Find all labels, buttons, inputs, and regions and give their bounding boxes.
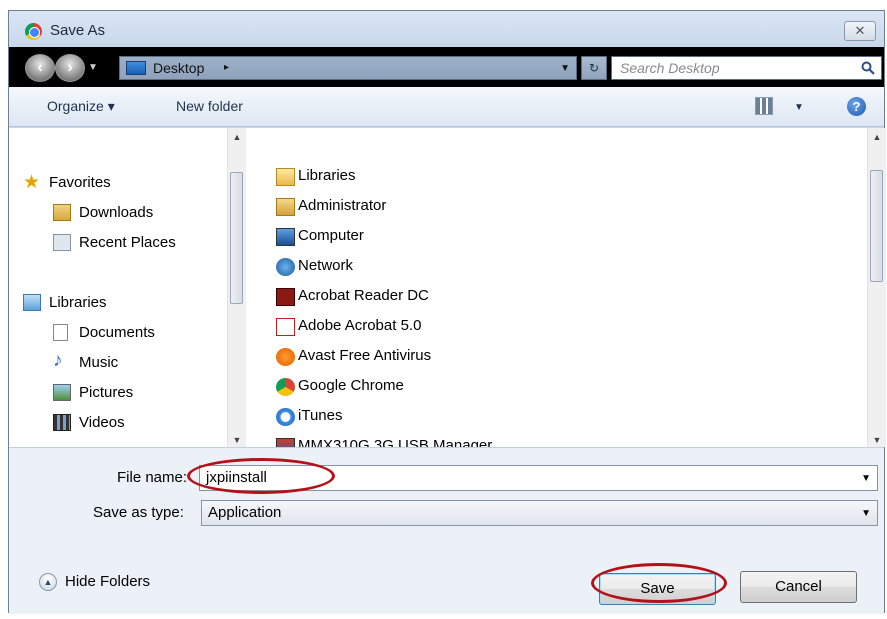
scroll-down-arrow-icon[interactable]: ▼ — [868, 435, 886, 445]
refresh-button[interactable]: ↻ — [581, 56, 607, 80]
downloads-folder-icon — [53, 204, 71, 221]
scroll-up-arrow-icon[interactable]: ▲ — [868, 132, 886, 142]
desktop-icon — [126, 61, 146, 75]
star-icon: ★ — [23, 172, 41, 193]
address-dropdown-icon[interactable]: ▼ — [560, 63, 570, 74]
cancel-button[interactable]: Cancel — [740, 571, 857, 603]
file-name-label: File name: — [117, 469, 188, 486]
help-icon[interactable]: ? — [847, 97, 866, 116]
new-folder-button[interactable]: New folder — [176, 98, 243, 114]
documents-icon — [53, 324, 68, 341]
chrome-shortcut-icon — [276, 378, 295, 396]
acrobat-reader-shortcut-icon — [276, 288, 295, 306]
window-title: Save As — [50, 22, 106, 39]
scroll-up-arrow-icon[interactable]: ▲ — [228, 132, 246, 142]
view-options-dropdown[interactable]: ▼ — [794, 102, 804, 113]
nav-videos-label: Videos — [79, 414, 125, 431]
recent-places-icon — [53, 234, 71, 251]
chrome-app-icon — [25, 23, 42, 40]
user-folder-icon — [276, 198, 295, 216]
search-icon[interactable] — [861, 61, 875, 75]
navigation-pane: ★ Favorites Downloads Recent Places Libr… — [9, 128, 246, 447]
file-name: Adobe Acrobat 5.0 — [298, 317, 422, 334]
videos-icon — [53, 414, 71, 431]
search-placeholder: Search Desktop — [620, 60, 720, 76]
close-button[interactable]: ✕ — [844, 21, 876, 41]
chevron-down-icon[interactable]: ▼ — [861, 473, 871, 484]
address-bar: ‹ › ▼ Desktop ▸ ▼ ↻ Search Desktop — [9, 47, 884, 87]
save-type-label: Save as type: — [93, 504, 184, 521]
file-name: iTunes — [298, 407, 343, 424]
nav-recent-places-label: Recent Places — [79, 234, 176, 251]
file-name-field[interactable]: jxpiinstall ▼ — [199, 465, 878, 491]
hide-folders-label: Hide Folders — [65, 573, 151, 590]
title-bar: Save As ✕ — [9, 11, 884, 47]
address-field[interactable]: Desktop ▸ ▼ — [119, 56, 577, 80]
forward-button[interactable]: › — [55, 54, 85, 82]
navigation-pane-divider[interactable] — [246, 128, 264, 447]
file-name-value[interactable]: jxpiinstall — [206, 469, 267, 486]
save-button[interactable]: Save — [599, 573, 716, 605]
recent-locations-dropdown[interactable]: ▼ — [88, 62, 98, 73]
navigation-scrollbar[interactable]: ▲ ▼ — [227, 128, 246, 447]
save-type-value[interactable]: Application — [208, 504, 281, 521]
music-icon: ♪ — [53, 350, 63, 371]
file-name: Network — [298, 257, 354, 274]
change-view-icon[interactable] — [755, 97, 773, 115]
acrobat-shortcut-icon — [276, 318, 295, 336]
nav-music-label: Music — [79, 354, 119, 371]
computer-icon — [276, 228, 295, 246]
pictures-icon — [53, 384, 71, 401]
collapse-arrow-icon: ▲ — [39, 573, 57, 591]
libraries-icon — [23, 294, 41, 311]
chevron-down-icon[interactable]: ▼ — [861, 508, 871, 519]
file-name: Avast Free Antivirus — [298, 347, 432, 364]
save-options-panel: File name: jxpiinstall ▼ Save as type: A… — [9, 447, 884, 614]
itunes-shortcut-icon — [276, 408, 295, 426]
nav-downloads-label: Downloads — [79, 204, 154, 221]
search-input[interactable]: Search Desktop — [611, 56, 882, 80]
nav-favorites-label: Favorites — [49, 174, 111, 191]
file-name: Google Chrome — [298, 377, 404, 394]
save-as-dialog: Save As ✕ ‹ › ▼ Desktop ▸ ▼ ↻ Search Des… — [8, 10, 886, 614]
scroll-down-arrow-icon[interactable]: ▼ — [228, 435, 246, 445]
back-button[interactable]: ‹ — [25, 54, 55, 82]
file-list: Libraries Administrator Computer Network… — [264, 128, 886, 456]
file-list-scroll-thumb[interactable] — [870, 170, 883, 282]
save-type-select[interactable]: Application ▼ — [201, 500, 878, 526]
network-icon — [276, 258, 295, 276]
nav-documents-label: Documents — [79, 324, 155, 341]
libraries-folder-icon — [276, 168, 295, 186]
address-location[interactable]: Desktop — [153, 60, 204, 76]
file-name: Computer — [298, 227, 364, 244]
file-name: Administrator — [298, 197, 387, 214]
nav-pictures-label: Pictures — [79, 384, 134, 401]
organize-menu[interactable]: Organize ▾ — [47, 98, 115, 115]
file-name: Libraries — [298, 167, 356, 184]
nav-libraries-label: Libraries — [49, 294, 107, 311]
breadcrumb-chevron-icon[interactable]: ▸ — [224, 62, 229, 73]
command-bar: Organize ▾ New folder ▼ ? — [9, 87, 884, 127]
file-list-scrollbar[interactable]: ▲ ▼ — [867, 128, 886, 447]
avast-shortcut-icon — [276, 348, 295, 366]
file-name: Acrobat Reader DC — [298, 287, 429, 304]
navigation-scroll-thumb[interactable] — [230, 172, 243, 304]
